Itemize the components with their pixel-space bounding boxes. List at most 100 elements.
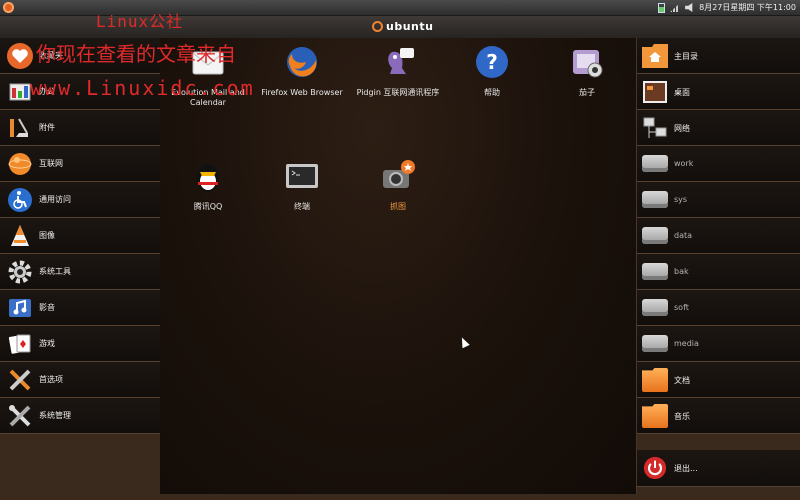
category-label: 图像 <box>39 231 55 240</box>
place-label: 文档 <box>674 376 690 385</box>
accessibility-icon <box>8 188 32 212</box>
places-sidebar: 主目录 桌面 网络 work sys data bak soft media 文… <box>637 38 800 500</box>
hard-drive-icon <box>642 263 668 280</box>
category-label: 系统工具 <box>39 267 71 276</box>
place-label: 主目录 <box>674 52 698 61</box>
battery-icon[interactable] <box>658 2 666 13</box>
ubuntu-logo-icon <box>372 21 383 32</box>
hard-drive-icon <box>642 227 668 244</box>
app-label: 茄子 <box>579 88 595 97</box>
category-label: 附件 <box>39 123 55 132</box>
app-label: 抓图 <box>390 202 406 211</box>
category-item-accessories[interactable]: 附件 <box>0 110 160 146</box>
place-item-home[interactable]: 主目录 <box>637 38 800 74</box>
signal-icon[interactable] <box>670 3 681 12</box>
category-item-games[interactable]: 游戏 <box>0 326 160 362</box>
app-cheese[interactable]: 茄子 <box>539 44 635 98</box>
app-help[interactable]: ? 帮助 <box>444 44 540 98</box>
folder-icon <box>642 368 668 392</box>
category-label: 游戏 <box>39 339 55 348</box>
app-label: Firefox Web Browser <box>261 88 343 97</box>
place-item-desktop[interactable]: 桌面 <box>637 74 800 110</box>
ubuntu-logo-text: ubuntu <box>386 20 434 33</box>
place-label: 音乐 <box>674 412 690 421</box>
hard-drive-icon <box>642 191 668 208</box>
category-item-accessibility[interactable]: 通用访问 <box>0 182 160 218</box>
volume-icon[interactable] <box>685 3 693 12</box>
hard-drive-icon <box>642 155 668 172</box>
place-label: soft <box>674 303 689 312</box>
accessories-icon <box>10 118 28 137</box>
graphics-icon <box>11 225 29 246</box>
place-item-bak[interactable]: bak <box>637 254 800 290</box>
app-label: 腾讯QQ <box>193 202 223 211</box>
category-item-sound-video[interactable]: 影音 <box>0 290 160 326</box>
category-item-internet[interactable]: 互联网 <box>0 146 160 182</box>
app-terminal[interactable]: 终端 <box>254 158 350 212</box>
app-label: 终端 <box>294 202 310 211</box>
mouse-cursor <box>458 335 470 349</box>
logout-button[interactable]: 退出... <box>637 450 800 487</box>
internet-icon <box>8 153 32 175</box>
place-item-work[interactable]: work <box>637 146 800 182</box>
ubuntu-menu-icon[interactable] <box>3 2 14 13</box>
pidgin-icon <box>388 48 414 74</box>
place-label: media <box>674 339 699 348</box>
ubuntu-logo: ubuntu <box>372 20 433 33</box>
place-label: 网络 <box>674 124 690 133</box>
category-item-system-tools[interactable]: 系统工具 <box>0 254 160 290</box>
place-item-music[interactable]: 音乐 <box>637 398 800 434</box>
place-item-soft[interactable]: soft <box>637 290 800 326</box>
category-item-graphics[interactable]: 图像 <box>0 218 160 254</box>
place-label: work <box>674 159 694 168</box>
terminal-icon <box>286 164 318 188</box>
watermark-line-2: 你现在查看的文章来自 <box>36 42 236 66</box>
place-label: 退出... <box>674 464 698 473</box>
category-label: 通用访问 <box>39 195 71 204</box>
system-tray: 8月27日星期四 下午11:00 <box>658 0 800 15</box>
category-label: 首选项 <box>39 375 63 384</box>
svg-text:?: ? <box>486 50 498 74</box>
cards-icon <box>8 334 31 354</box>
place-item-sys[interactable]: sys <box>637 182 800 218</box>
app-screenshot[interactable]: 抓图 <box>350 158 446 212</box>
app-firefox[interactable]: Firefox Web Browser <box>254 44 350 98</box>
tools-icon <box>9 405 31 427</box>
application-grid: Evolution Mail and Calendar Firefox Web … <box>160 38 637 494</box>
gear-icon <box>8 260 32 284</box>
category-label: 系统管理 <box>39 411 71 420</box>
heart-icon <box>7 43 33 69</box>
place-label: sys <box>674 195 688 204</box>
cheese-icon <box>573 50 603 78</box>
music-icon <box>9 299 31 317</box>
category-label: 互联网 <box>39 159 63 168</box>
firefox-icon <box>287 47 317 77</box>
app-label: Pidgin 互联网通讯程序 <box>356 88 440 97</box>
place-label: data <box>674 231 693 240</box>
app-pidgin[interactable]: Pidgin 互联网通讯程序 <box>350 44 446 98</box>
home-folder-icon <box>642 44 668 68</box>
hard-drive-icon <box>642 335 668 352</box>
hard-drive-icon <box>642 299 668 316</box>
preferences-icon <box>9 369 31 391</box>
watermark-line-3: www.Linuxidc.com <box>30 76 255 100</box>
place-item-network[interactable]: 网络 <box>637 110 800 146</box>
network-icon <box>643 117 667 138</box>
app-qq[interactable]: 腾讯QQ <box>160 158 256 212</box>
desktop-icon <box>643 81 667 103</box>
app-label: 帮助 <box>484 88 500 97</box>
place-item-documents[interactable]: 文档 <box>637 362 800 398</box>
place-item-media[interactable]: media <box>637 326 800 362</box>
category-item-administration[interactable]: 系统管理 <box>0 398 160 434</box>
category-label: 影音 <box>39 303 55 312</box>
place-label: bak <box>674 267 689 276</box>
clock[interactable]: 8月27日星期四 下午11:00 <box>699 2 796 13</box>
qq-icon <box>197 164 219 192</box>
watermark-line-1: Linux公社 <box>96 12 184 31</box>
category-item-preferences[interactable]: 首选项 <box>0 362 160 398</box>
place-item-data[interactable]: data <box>637 218 800 254</box>
folder-icon <box>642 404 668 428</box>
screenshot-icon <box>383 160 415 188</box>
power-icon <box>643 456 667 480</box>
place-label: 桌面 <box>674 88 690 97</box>
